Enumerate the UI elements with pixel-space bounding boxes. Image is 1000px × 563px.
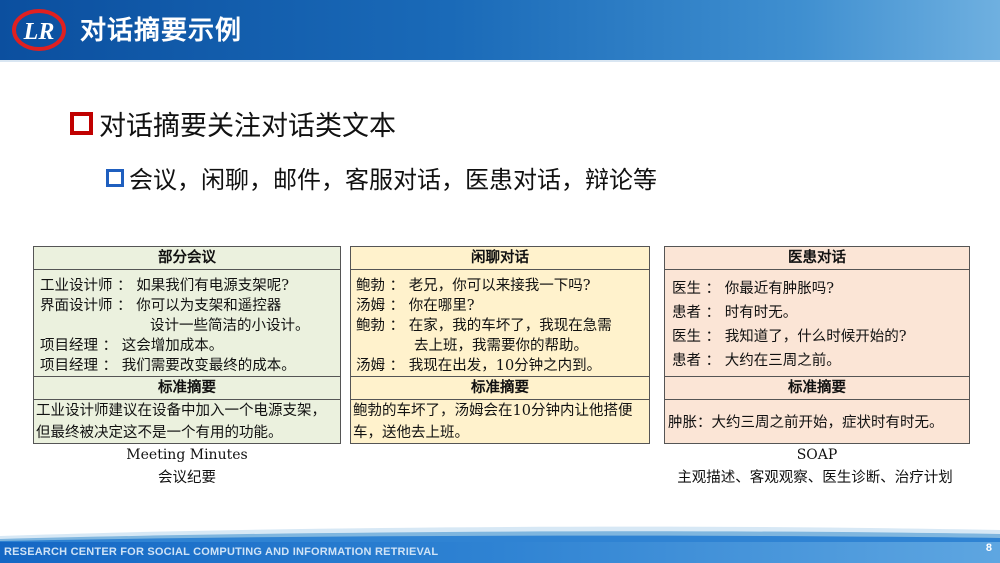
dialog-line: 项目经理 ： 这会增加成本。 bbox=[40, 338, 224, 354]
dialog-line: 医生 ： 你最近有肿胀吗? bbox=[672, 281, 834, 297]
chat-header: 闲聊对话 bbox=[471, 250, 529, 266]
header-divider bbox=[0, 60, 1000, 62]
dialog-line: 设计一些简洁的小设计。 bbox=[150, 318, 310, 334]
medical-summary: 肿胀：大约三周之前开始，症状时有时无。 bbox=[668, 415, 944, 431]
bullet-level2: 会议，闲聊，邮件，客服对话，医患对话，辩论等 bbox=[106, 160, 657, 195]
meeting-header-cell: 部分会议 bbox=[33, 246, 341, 270]
org-name: RESEARCH CENTER FOR SOCIAL COMPUTING AND… bbox=[4, 546, 439, 558]
footer-bar: RESEARCH CENTER FOR SOCIAL COMPUTING AND… bbox=[0, 542, 1000, 563]
meeting-summary-cell: 工业设计师建议在设备中加入一个电源支架，但最终被决定这不是一个有用的功能。 bbox=[33, 399, 341, 444]
dialog-line: 患者 ： 大约在三周之前。 bbox=[672, 353, 841, 369]
medical-caption-en: SOAP bbox=[796, 447, 838, 463]
meeting-summary-header: 标准摘要 bbox=[158, 380, 216, 396]
bullet-level1-text: 对话摘要关注对话类文本 bbox=[99, 111, 396, 142]
chat-summary-header-cell: 标准摘要 bbox=[350, 376, 650, 400]
chat-summary: 鲍勃的车坏了，汤姆会在10分钟内让他搭便车，送他去上班。 bbox=[353, 403, 633, 441]
medical-caption-zh: 主观描述、客观观察、医生诊断、治疗计划 bbox=[677, 470, 953, 486]
dialog-line: 鲍勃 ： 老兄，你可以来接我一下吗? bbox=[356, 278, 591, 294]
bullet-level1: 对话摘要关注对话类文本 bbox=[70, 104, 396, 143]
dialog-line: 项目经理 ： 我们需要改变最终的成本。 bbox=[40, 358, 296, 374]
meeting-dialog-cell: 工业设计师 ： 如果我们有电源支架呢? 界面设计师 ： 你可以为支架和遥控器 设… bbox=[33, 269, 341, 377]
chat-header-cell: 闲聊对话 bbox=[350, 246, 650, 270]
dialog-line: 鲍勃 ： 在家，我的车坏了，我现在急需 bbox=[356, 318, 612, 334]
dialog-line: 汤姆 ： 你在哪里? bbox=[356, 298, 475, 314]
bullet-level2-text: 会议，闲聊，邮件，客服对话，医患对话，辩论等 bbox=[129, 166, 657, 194]
medical-header-cell: 医患对话 bbox=[664, 246, 970, 270]
meeting-caption-en: Meeting Minutes bbox=[126, 447, 248, 463]
blue-square-bullet-icon bbox=[106, 168, 124, 187]
dialog-line: 去上班，我需要你的帮助。 bbox=[414, 338, 588, 354]
red-square-bullet-icon bbox=[70, 112, 93, 135]
page-number: 8 bbox=[985, 542, 992, 554]
footer-stripes bbox=[0, 526, 1000, 542]
meeting-summary: 工业设计师建议在设备中加入一个电源支架，但最终被决定这不是一个有用的功能。 bbox=[36, 403, 326, 441]
chat-dialog-cell: 鲍勃 ： 老兄，你可以来接我一下吗? 汤姆 ： 你在哪里? 鲍勃 ： 在家，我的… bbox=[350, 269, 650, 377]
medical-header: 医患对话 bbox=[788, 250, 846, 266]
dialog-line: 工业设计师 ： 如果我们有电源支架呢? bbox=[40, 278, 289, 294]
meeting-caption-zh: 会议纪要 bbox=[158, 470, 216, 486]
medical-dialog-cell: 医生 ： 你最近有肿胀吗? 患者 ： 时有时无。 医生 ： 我知道了，什么时候开… bbox=[664, 269, 970, 377]
dialog-line: 患者 ： 时有时无。 bbox=[672, 305, 798, 321]
hit-logo-icon: LR bbox=[12, 9, 66, 51]
dialog-line: 汤姆 ： 我现在出发，10分钟之内到。 bbox=[356, 358, 602, 374]
chat-summary-cell: 鲍勃的车坏了，汤姆会在10分钟内让他搭便车，送他去上班。 bbox=[350, 399, 650, 444]
svg-text:LR: LR bbox=[23, 19, 55, 45]
dialog-line: 医生 ： 我知道了，什么时候开始的? bbox=[672, 329, 907, 345]
slide-title: 对话摘要示例 bbox=[80, 16, 243, 46]
dialog-line: 界面设计师 ： 你可以为支架和遥控器 bbox=[40, 298, 282, 314]
meeting-summary-header-cell: 标准摘要 bbox=[33, 376, 341, 400]
medical-summary-header: 标准摘要 bbox=[788, 380, 846, 396]
meeting-header: 部分会议 bbox=[158, 250, 216, 266]
medical-summary-header-cell: 标准摘要 bbox=[664, 376, 970, 400]
medical-summary-cell: 肿胀：大约三周之前开始，症状时有时无。 bbox=[664, 399, 970, 444]
chat-summary-header: 标准摘要 bbox=[471, 380, 529, 396]
title-bar: LR 对话摘要示例 bbox=[0, 0, 1000, 60]
